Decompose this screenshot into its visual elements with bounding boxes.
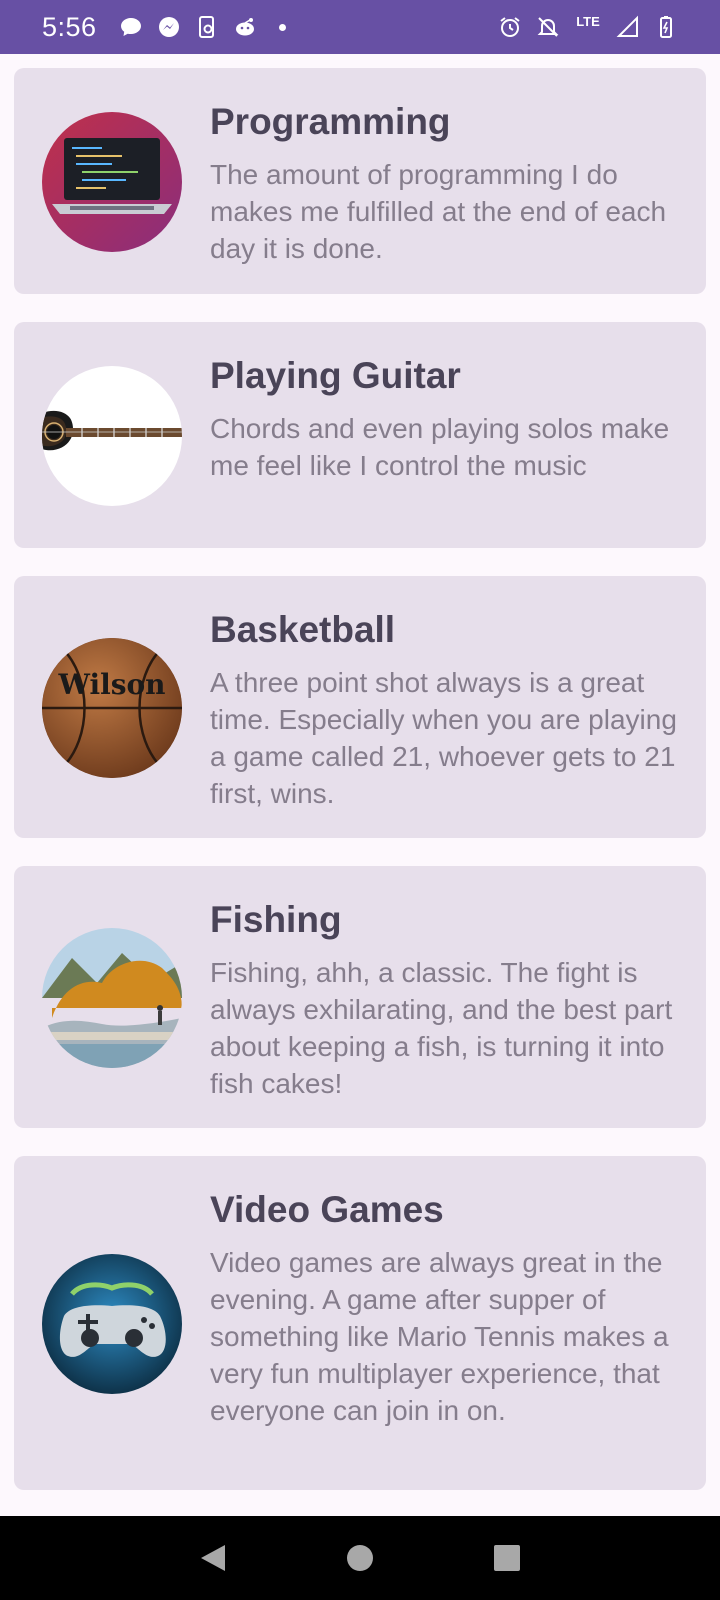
hobby-description: A three point shot always is a great tim… bbox=[210, 667, 677, 809]
svg-text:Wilson: Wilson bbox=[57, 668, 165, 701]
guitar-image bbox=[42, 366, 182, 506]
hobby-card-fishing[interactable]: Fishing Fishing, ahh, a classic. The fig… bbox=[14, 866, 706, 1128]
phone-sync-icon bbox=[195, 15, 219, 39]
hobby-card-basketball[interactable]: Wilson Basketball A three point shot alw… bbox=[14, 576, 706, 838]
hobby-list[interactable]: Programming The amount of programming I … bbox=[14, 68, 706, 1516]
reddit-icon bbox=[233, 15, 257, 39]
laptop-code-image bbox=[42, 112, 182, 252]
battery-icon bbox=[654, 15, 678, 39]
recents-icon[interactable] bbox=[487, 1538, 527, 1578]
hobby-title: Playing Guitar bbox=[210, 355, 461, 396]
hobby-title: Video Games bbox=[210, 1189, 444, 1230]
hobby-description: Fishing, ahh, a classic. The fight is al… bbox=[210, 957, 673, 1099]
navigation-bar bbox=[0, 1516, 720, 1600]
hobby-title: Programming bbox=[210, 101, 451, 142]
back-icon[interactable] bbox=[193, 1538, 233, 1578]
alarm-icon bbox=[498, 15, 522, 39]
messenger-icon bbox=[157, 15, 181, 39]
fishing-landscape-image bbox=[42, 928, 182, 1068]
status-left: 5:56 bbox=[42, 12, 295, 43]
notification-dot bbox=[271, 15, 295, 39]
signal-icon bbox=[616, 15, 640, 39]
hobby-description: The amount of programming I do makes me … bbox=[210, 159, 667, 264]
hobby-description: Chords and even playing solos make me fe… bbox=[210, 413, 670, 481]
lte-label: LTE bbox=[576, 14, 600, 29]
hobby-card-programming[interactable]: Programming The amount of programming I … bbox=[14, 68, 706, 294]
hobby-title: Fishing bbox=[210, 899, 342, 940]
status-right: LTE bbox=[498, 15, 678, 39]
hobby-description: Video games are always great in the even… bbox=[210, 1247, 669, 1426]
hobby-card-playing-guitar[interactable]: Playing Guitar Chords and even playing s… bbox=[14, 322, 706, 548]
basketball-image: Wilson bbox=[42, 638, 182, 778]
hobby-title: Basketball bbox=[210, 609, 396, 650]
chat-bubble-icon bbox=[119, 15, 143, 39]
status-bar: 5:56 LTE bbox=[0, 0, 720, 54]
home-icon[interactable] bbox=[340, 1538, 380, 1578]
lte-icon: LTE bbox=[574, 15, 602, 39]
game-controller-image bbox=[42, 1254, 182, 1394]
hobby-card-video-games[interactable]: Video Games Video games are always great… bbox=[14, 1156, 706, 1490]
notifications-off-icon bbox=[536, 15, 560, 39]
status-time: 5:56 bbox=[42, 11, 97, 42]
